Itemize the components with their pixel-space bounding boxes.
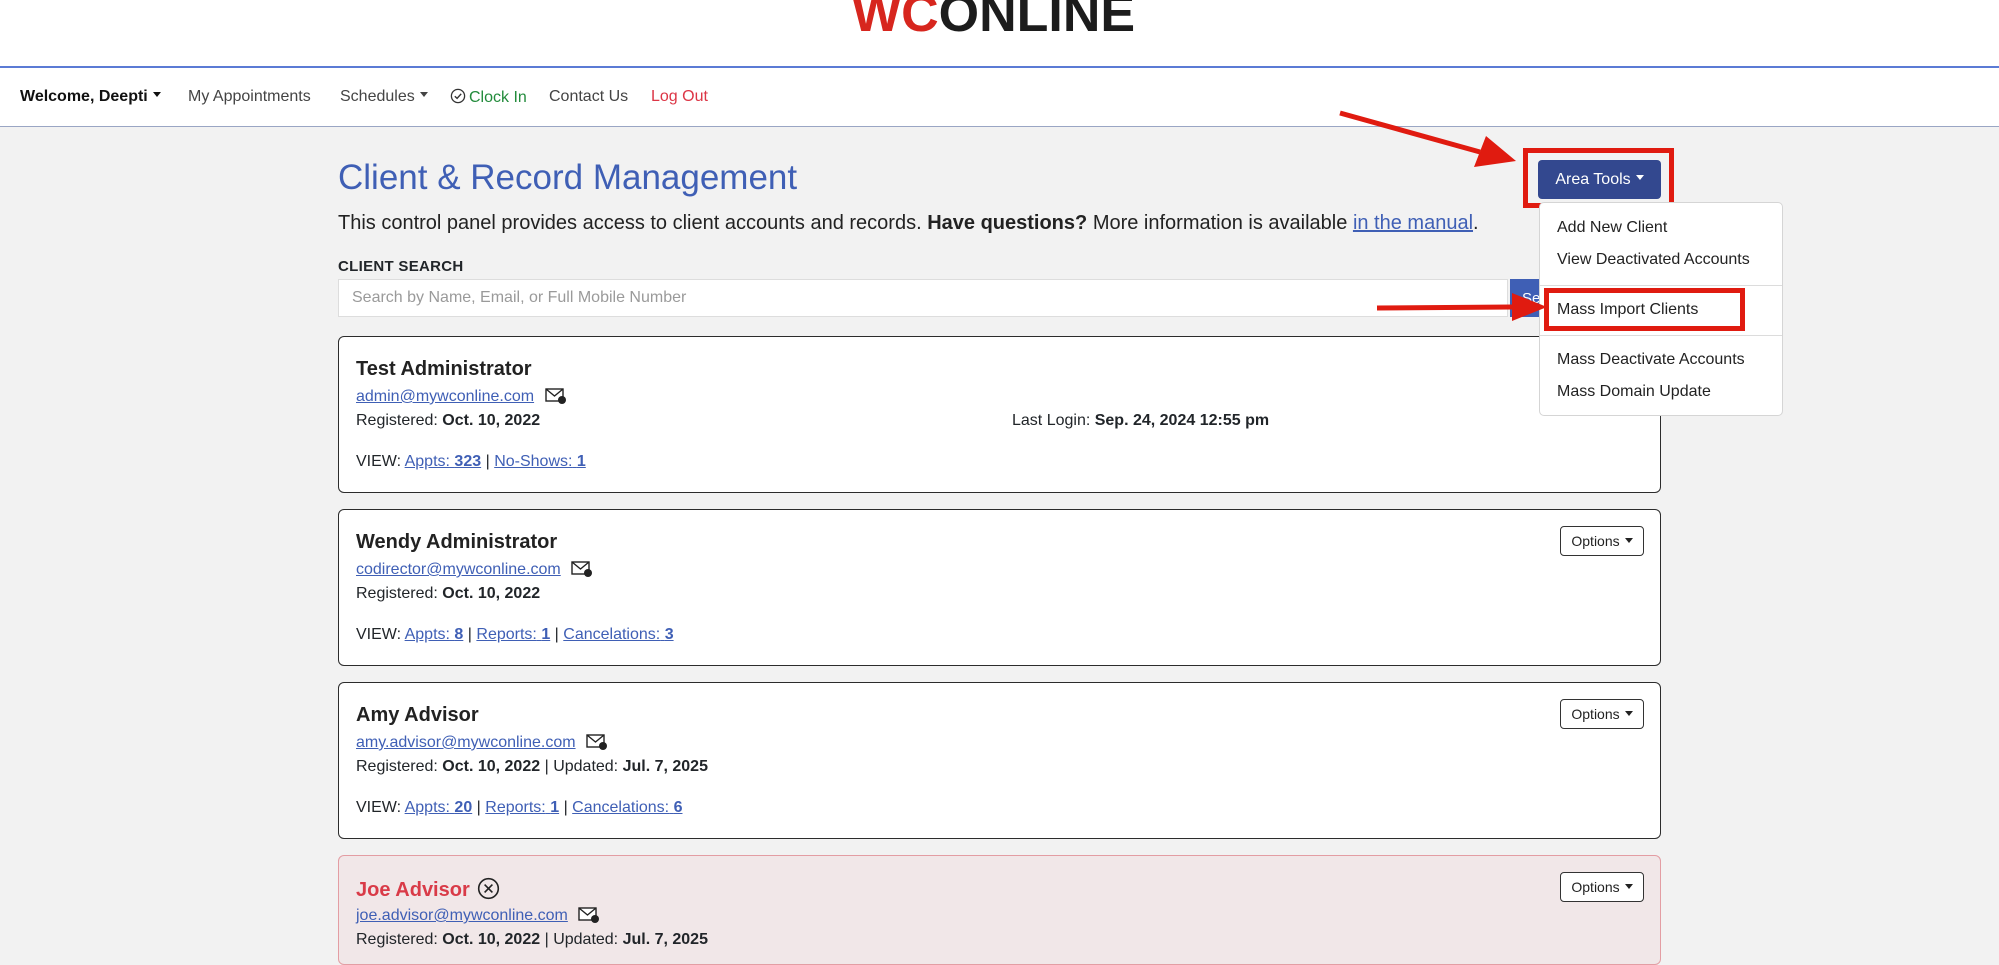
cancelations-link[interactable]: Cancelations: 3	[563, 626, 673, 643]
client-last-login: Last Login: Sep. 24, 2024 12:55 pm	[1012, 412, 1270, 429]
appts-link[interactable]: Appts: 8	[405, 626, 464, 643]
menu-divider	[1540, 285, 1782, 286]
manual-link[interactable]: in the manual	[1353, 212, 1473, 234]
client-view-links: VIEW: Appts: 20 | Reports: 1 | Cancelati…	[356, 799, 683, 816]
wconline-logo[interactable]: WCONLINE	[852, 0, 1135, 44]
options-button[interactable]: Options	[1560, 872, 1644, 902]
client-name: Test Administrator	[356, 358, 532, 380]
client-registered: Registered: Oct. 10, 2022	[356, 585, 541, 602]
email-status-icon[interactable]	[571, 560, 593, 578]
client-card-deactivated: Joe Advisor joe.advisor@mywconline.com R…	[338, 855, 1661, 965]
highlight-box-mass-import	[1544, 288, 1745, 331]
nav-log-out[interactable]: Log Out	[651, 88, 708, 106]
chevron-down-icon	[419, 92, 428, 98]
client-email-link[interactable]: joe.advisor@mywconline.com	[356, 907, 568, 924]
client-search-input[interactable]	[338, 279, 1508, 317]
welcome-menu[interactable]: Welcome, Deepti	[20, 88, 161, 106]
client-email-link[interactable]: codirector@mywconline.com	[356, 561, 561, 578]
deactivated-x-circle-icon	[478, 877, 500, 900]
nav-my-appointments[interactable]: My Appointments	[188, 88, 311, 106]
no-shows-link[interactable]: No-Shows: 1	[494, 453, 586, 470]
appts-link[interactable]: Appts: 20	[405, 799, 473, 816]
client-view-links: VIEW: Appts: 323 | No-Shows: 1	[356, 453, 586, 470]
reports-link[interactable]: Reports: 1	[485, 799, 559, 816]
chevron-down-icon	[1624, 883, 1633, 889]
client-search-label: CLIENT SEARCH	[338, 258, 464, 275]
client-name: Joe Advisor	[356, 877, 500, 902]
client-view-links: VIEW: Appts: 8 | Reports: 1 | Cancelatio…	[356, 626, 674, 643]
chevron-down-icon	[1624, 537, 1633, 543]
chevron-down-icon	[152, 92, 161, 98]
arrow-head-area-tools	[1474, 136, 1516, 167]
client-name: Amy Advisor	[356, 704, 479, 726]
appts-link[interactable]: Appts: 323	[405, 453, 482, 470]
cancelations-link[interactable]: Cancelations: 6	[572, 799, 682, 816]
client-name: Wendy Administrator	[356, 531, 558, 553]
menu-divider	[1540, 335, 1782, 336]
options-button[interactable]: Options	[1560, 699, 1644, 729]
options-button[interactable]: Options	[1560, 526, 1644, 556]
client-email-link[interactable]: amy.advisor@mywconline.com	[356, 734, 576, 751]
client-card: Test Administrator admin@mywconline.com …	[338, 336, 1661, 493]
chevron-down-icon	[1624, 710, 1633, 716]
client-card: Wendy Administrator codirector@mywconlin…	[338, 509, 1661, 666]
client-registered: Registered: Oct. 10, 2022 | Updated: Jul…	[356, 931, 708, 948]
check-circle-icon	[450, 88, 466, 104]
menu-item-add-new-client[interactable]: Add New Client	[1557, 219, 1667, 237]
menu-item-view-deactivated-accounts[interactable]: View Deactivated Accounts	[1557, 251, 1750, 269]
email-status-icon[interactable]	[578, 906, 600, 924]
nav-schedules[interactable]: Schedules	[340, 88, 428, 106]
nav-clock-in[interactable]: Clock In	[450, 88, 527, 107]
highlight-box-area-tools	[1523, 148, 1674, 208]
page-title: Client & Record Management	[338, 158, 798, 197]
client-email-link[interactable]: admin@mywconline.com	[356, 388, 534, 405]
reports-link[interactable]: Reports: 1	[476, 626, 550, 643]
main-navbar: Welcome, Deepti My Appointments Schedule…	[0, 68, 1999, 127]
nav-contact-us[interactable]: Contact Us	[549, 88, 628, 106]
client-card: Amy Advisor amy.advisor@mywconline.com R…	[338, 682, 1661, 839]
menu-item-mass-deactivate-accounts[interactable]: Mass Deactivate Accounts	[1557, 351, 1745, 369]
email-status-icon[interactable]	[544, 387, 567, 405]
client-registered: Registered: Oct. 10, 2022	[356, 412, 541, 429]
email-status-icon[interactable]	[586, 733, 608, 751]
page-intro: This control panel provides access to cl…	[338, 212, 1479, 234]
header-bar: WCONLINE	[0, 0, 1999, 68]
menu-item-mass-domain-update[interactable]: Mass Domain Update	[1557, 383, 1711, 401]
client-registered: Registered: Oct. 10, 2022 | Updated: Jul…	[356, 758, 708, 775]
